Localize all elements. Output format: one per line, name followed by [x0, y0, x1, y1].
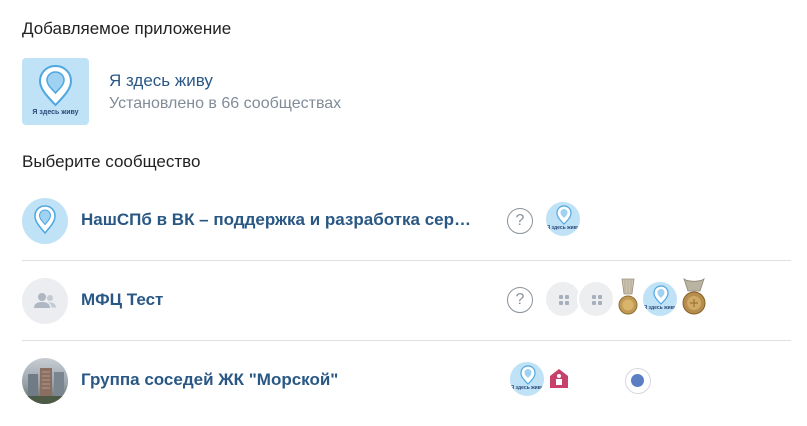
community-title[interactable]: НашСПб в ВК – поддержка и разработка сер… — [81, 210, 471, 230]
installed-app-icon — [577, 280, 615, 318]
group-icon — [34, 293, 56, 308]
community-row-morskoy[interactable]: Группа соседей ЖК "Морской" Я здесь живу — [22, 341, 791, 420]
installed-app-caption: Я здесь живу — [643, 305, 677, 311]
medal-icon — [618, 278, 638, 315]
buildings-image — [22, 368, 68, 404]
app-grid-icon — [559, 295, 569, 305]
installed-app-icon: Я здесь живу — [544, 200, 582, 238]
home-badge-icon — [550, 369, 568, 388]
medal-icon — [682, 277, 706, 315]
added-app-title: Добавляемое приложение — [22, 19, 232, 38]
app-tile-caption: Я здесь живу — [32, 109, 79, 116]
community-avatar-photo — [22, 358, 68, 404]
installed-app-caption: Я здесь живу — [546, 225, 580, 231]
community-title[interactable]: МФЦ Тест — [81, 290, 163, 310]
pin-icon — [38, 64, 73, 107]
pin-icon — [556, 205, 572, 225]
app-tile: Я здесь живу — [22, 58, 89, 125]
community-row-nashspb[interactable]: НашСПб в ВК – поддержка и разработка сер… — [22, 181, 791, 261]
app-grid-icon — [592, 295, 602, 305]
community-avatar — [22, 278, 68, 324]
community-avatar — [22, 198, 68, 244]
help-icon[interactable]: ? — [507, 208, 533, 234]
installed-app-caption: Я здесь живу — [510, 385, 544, 391]
app-installs-count: Установлено в 66 сообществах — [109, 95, 342, 112]
app-name-link[interactable]: Я здесь живу — [109, 71, 213, 91]
help-icon[interactable]: ? — [507, 287, 533, 313]
choose-community-title: Выберите сообщество — [22, 152, 201, 171]
pin-icon — [520, 365, 536, 385]
community-title[interactable]: Группа соседей ЖК "Морской" — [81, 370, 338, 390]
community-row-mfc-test[interactable]: МФЦ Тест ? Я здесь живу — [22, 261, 791, 341]
installed-app-icon: Я здесь живу — [641, 280, 679, 318]
pin-icon — [34, 205, 56, 235]
status-dot-icon — [625, 368, 651, 394]
pin-icon — [653, 285, 669, 305]
installed-app-icon: Я здесь живу — [508, 360, 546, 398]
